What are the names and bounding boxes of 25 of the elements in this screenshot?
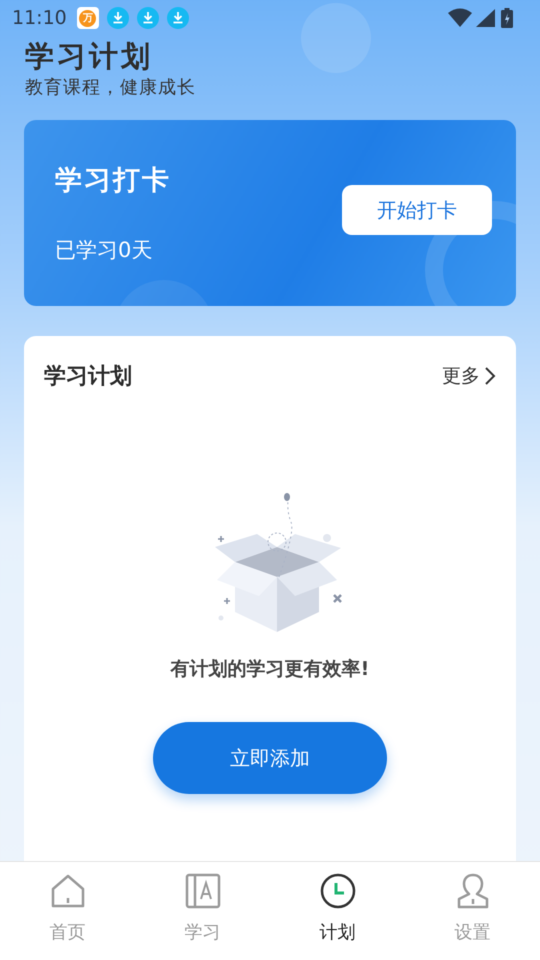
page-title: 学习计划: [25, 38, 153, 75]
nav-tab[interactable]: 计划: [270, 862, 405, 960]
start-checkin-button[interactable]: 开始打卡: [342, 185, 492, 235]
chevron-right-icon: [484, 366, 496, 386]
signal-icon: [476, 8, 496, 28]
wifi-icon: [448, 8, 472, 28]
card-title: 学习打卡: [55, 164, 172, 198]
nav-tab[interactable]: 首页: [0, 862, 135, 960]
download-icon: [136, 7, 159, 29]
nav-tab[interactable]: 设置: [405, 862, 540, 960]
empty-message: 有计划的学习更有效率!: [170, 657, 370, 682]
page-subtitle: 教育课程，健康成长: [25, 76, 197, 100]
clock-icon: [318, 872, 356, 910]
download-icon: [106, 7, 129, 29]
add-plan-button[interactable]: 立即添加: [153, 722, 387, 794]
study-days: 已学习0天: [55, 236, 342, 264]
nav-tab[interactable]: 学习: [135, 862, 270, 960]
battery-icon: [500, 7, 514, 29]
background-decoration: [301, 3, 371, 73]
section-title: 学习计划: [44, 363, 132, 391]
download-icon: [166, 7, 189, 29]
book-icon: [184, 872, 222, 910]
more-link[interactable]: 更多: [442, 363, 496, 389]
clock-time: 11:10: [12, 7, 67, 29]
app-notification-icon: 万: [76, 7, 99, 29]
